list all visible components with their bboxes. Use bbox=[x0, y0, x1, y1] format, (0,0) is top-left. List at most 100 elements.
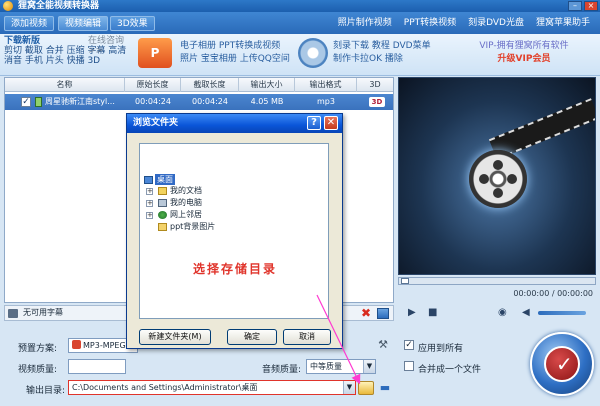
apple-assistant-link[interactable]: 狸窝苹果助手 bbox=[536, 12, 590, 34]
preview-window bbox=[398, 77, 596, 275]
menu-bar: 添加视频 视频编辑 3D效果 照片制作视频 PPT转换视频 刻录DVD光盘 狸窝… bbox=[0, 12, 600, 34]
row-original-length: 00:04:24 bbox=[135, 97, 171, 106]
banner-tools: 下载新版 在线咨询>> 剪切 截取 合并 压缩 字幕 高清 消音 手机 片头 快… bbox=[4, 36, 136, 66]
dvd-link-2[interactable]: 制作卡拉OK 播除 bbox=[333, 53, 431, 66]
file-list-menu-icon[interactable] bbox=[377, 308, 389, 319]
video-quality-label: 视频质量: bbox=[18, 365, 58, 375]
new-folder-button[interactable]: 新建文件夹(M) bbox=[139, 329, 211, 345]
vip-promo: VIP-拥有狸窝所有软件 升级VIP会员 bbox=[456, 40, 592, 66]
chevron-down-icon[interactable]: ▼ bbox=[363, 360, 375, 373]
help-button[interactable]: ? bbox=[307, 116, 321, 130]
output-dir-input[interactable]: C:\Documents and Settings\Administrator\… bbox=[68, 380, 356, 395]
column-cut-length[interactable]: 截取长度 bbox=[181, 78, 239, 92]
video-quality-select[interactable] bbox=[68, 359, 126, 374]
film-reel-icon bbox=[469, 150, 527, 208]
row-format: mp3 bbox=[317, 97, 335, 106]
title-bar: 狸窝全能视频转换器 – × bbox=[0, 0, 600, 12]
add-video-button[interactable]: 添加视频 bbox=[4, 16, 55, 31]
seek-bar[interactable] bbox=[398, 277, 596, 285]
output-dir-label: 输出目录: bbox=[26, 386, 66, 396]
hint-text: 选择存储目录 bbox=[193, 262, 278, 276]
folder-icon bbox=[158, 223, 167, 231]
ppt-to-video-link[interactable]: PPT转换视频 bbox=[404, 12, 456, 34]
cancel-button[interactable]: 取消 bbox=[283, 329, 331, 345]
stop-icon[interactable]: ■ bbox=[428, 307, 437, 319]
row-name: 周星驰新江南styl... bbox=[45, 97, 115, 106]
volume-slider[interactable] bbox=[538, 311, 586, 315]
merge-label: 合并成一个文件 bbox=[418, 365, 482, 375]
file-list-header: 名称 原始长度 截取长度 输出大小 输出格式 3D bbox=[5, 78, 393, 92]
top-links: 照片制作视频 PPT转换视频 刻录DVD光盘 狸窝苹果助手 bbox=[338, 12, 590, 34]
seek-knob[interactable] bbox=[401, 278, 409, 284]
3d-effect-button[interactable]: 3D效果 bbox=[110, 16, 155, 31]
desktop-icon bbox=[144, 176, 153, 184]
ok-button[interactable]: 确定 bbox=[227, 329, 277, 345]
folder-tree: 桌面 + 我的文档 + 我的电脑 + 网上邻居 ppt背景图片 bbox=[139, 143, 329, 319]
mp3-icon bbox=[72, 340, 81, 349]
window-controls: – × bbox=[568, 1, 598, 11]
convert-button[interactable]: ✓ bbox=[530, 332, 594, 396]
column-output-format[interactable]: 输出格式 bbox=[295, 78, 357, 92]
tree-item-my-docs[interactable]: 我的文档 bbox=[170, 185, 202, 196]
burn-dvd-link[interactable]: 刻录DVD光盘 bbox=[468, 12, 524, 34]
browse-folder-icon[interactable] bbox=[358, 381, 374, 395]
dvd-link-1[interactable]: 刻录下载 教程 DVD菜单 bbox=[333, 40, 431, 53]
column-output-size[interactable]: 输出大小 bbox=[239, 78, 295, 92]
row-cut-length: 00:04:24 bbox=[192, 97, 228, 106]
play-icon[interactable]: ▶ bbox=[408, 307, 416, 319]
audio-quality-select[interactable]: 中等质量 ▼ bbox=[306, 359, 376, 374]
vip-upgrade-link[interactable]: 升级VIP会员 bbox=[456, 53, 592, 66]
column-name[interactable]: 名称 bbox=[5, 78, 125, 92]
album-link-2[interactable]: 照片 宝宝相册 上传QQ空间 bbox=[180, 53, 290, 66]
remove-file-icon[interactable]: ✖ bbox=[361, 306, 371, 320]
window-title: 狸窝全能视频转换器 bbox=[18, 1, 100, 11]
tree-item-my-computer[interactable]: 我的电脑 bbox=[170, 197, 202, 208]
close-icon[interactable]: × bbox=[584, 1, 598, 11]
settings-tools-icon[interactable]: ⚒ bbox=[376, 338, 390, 352]
online-help-link[interactable]: 在线咨询>> bbox=[88, 36, 136, 56]
photo-to-video-link[interactable]: 照片制作视频 bbox=[338, 12, 392, 34]
apply-all-checkbox[interactable]: ✓ bbox=[404, 340, 414, 350]
computer-icon bbox=[158, 199, 167, 207]
3d-effect-icon[interactable]: 3D bbox=[369, 97, 385, 107]
row-checkbox[interactable]: ✓ bbox=[21, 97, 31, 107]
video-edit-button[interactable]: 视频编辑 bbox=[58, 16, 109, 31]
preset-label: 预置方案: bbox=[18, 344, 58, 354]
browse-folder-dialog: 浏览文件夹 ? ✕ 桌面 + 我的文档 + 我的电脑 + 网上邻居 ppt背景图… bbox=[126, 113, 343, 349]
audio-quality-label: 音频质量: bbox=[262, 365, 302, 375]
expand-my-docs[interactable]: + bbox=[146, 188, 153, 195]
album-link-1[interactable]: 电子相册 PPT转换成视频 bbox=[180, 40, 290, 53]
dialog-close-button[interactable]: ✕ bbox=[324, 116, 338, 130]
camera-icon[interactable]: ◉ bbox=[498, 307, 507, 319]
tree-item-network[interactable]: 网上邻居 bbox=[170, 209, 202, 220]
subtitle-select[interactable]: 无可用字幕 bbox=[23, 306, 63, 320]
table-row[interactable]: ✓ 周星驰新江南styl... 00:04:24 00:04:24 4.05 M… bbox=[5, 94, 393, 110]
app-logo-icon bbox=[3, 1, 13, 11]
row-output-size: 4.05 MB bbox=[250, 97, 284, 106]
open-folder-icon[interactable]: ▬ bbox=[378, 381, 392, 395]
network-icon bbox=[158, 211, 167, 219]
album-links: 电子相册 PPT转换成视频 照片 宝宝相册 上传QQ空间 bbox=[180, 40, 290, 66]
tree-item-ppt-backgrounds[interactable]: ppt背景图片 bbox=[170, 221, 215, 232]
minimize-icon[interactable]: – bbox=[568, 1, 582, 11]
subtitle-icon bbox=[8, 309, 18, 318]
dvd-links: 刻录下载 教程 DVD菜单 制作卡拉OK 播除 bbox=[333, 40, 431, 66]
file-icon bbox=[35, 97, 42, 107]
merge-checkbox[interactable] bbox=[404, 361, 414, 371]
expand-network[interactable]: + bbox=[146, 212, 153, 219]
disc-icon bbox=[298, 38, 328, 68]
tree-item-desktop[interactable]: 桌面 bbox=[155, 174, 175, 185]
tools-row-2[interactable]: 消音 手机 片头 快播 3D bbox=[4, 56, 136, 66]
ppt-icon: P bbox=[138, 38, 172, 68]
chevron-down-icon[interactable]: ▼ bbox=[343, 381, 355, 394]
time-readout: 00:00:00 / 00:00:00 bbox=[513, 289, 593, 298]
column-3d[interactable]: 3D bbox=[357, 78, 393, 92]
documents-icon bbox=[158, 187, 167, 195]
player-controls: ▶ ■ ◉ ◀ bbox=[398, 304, 596, 322]
expand-my-computer[interactable]: + bbox=[146, 200, 153, 207]
promo-banner: 下载新版 在线咨询>> 剪切 截取 合并 压缩 字幕 高清 消音 手机 片头 快… bbox=[0, 34, 600, 76]
vip-description[interactable]: VIP-拥有狸窝所有软件 bbox=[456, 40, 592, 53]
volume-icon[interactable]: ◀ bbox=[522, 307, 530, 319]
column-original-length[interactable]: 原始长度 bbox=[125, 78, 181, 92]
apply-all-label: 应用到所有 bbox=[418, 344, 464, 354]
